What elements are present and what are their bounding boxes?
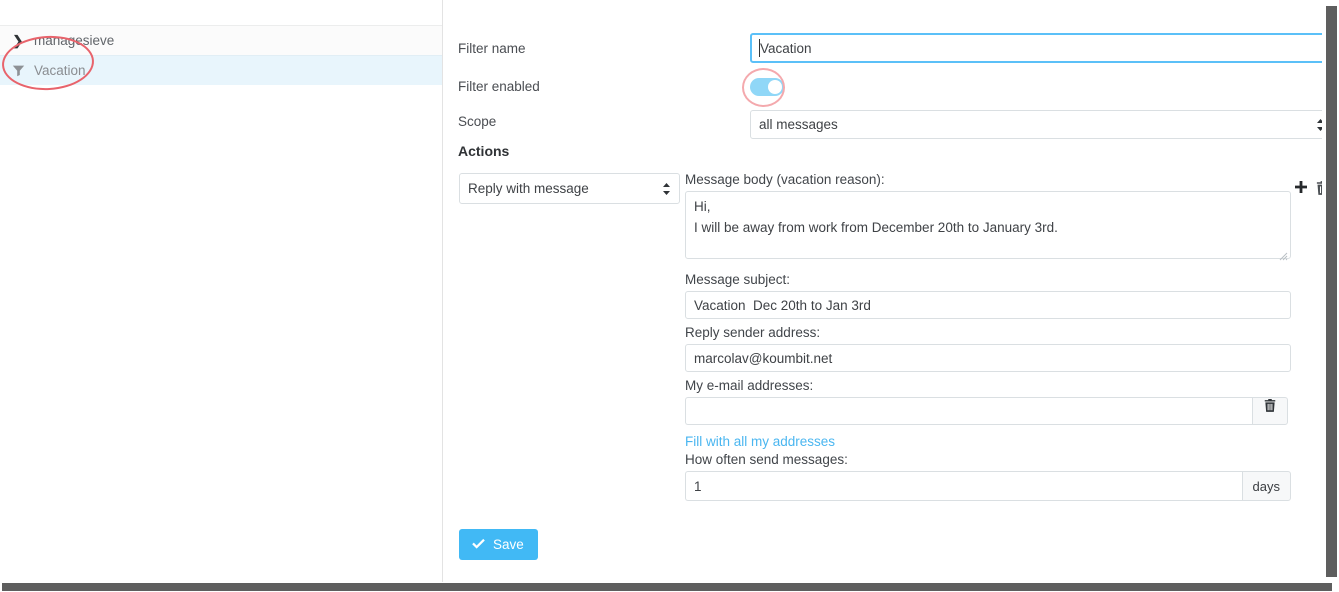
action-type-select[interactable]: Reply with message: [459, 173, 680, 204]
text-caret: [759, 39, 760, 57]
how-often-field: How often send messages: days: [685, 452, 1291, 501]
filter-enabled-toggle[interactable]: [750, 78, 784, 96]
my-email-addresses-input[interactable]: [685, 397, 1252, 425]
fill-addresses-link-wrap: Fill with all my addresses: [685, 433, 835, 451]
sidebar-item-vacation[interactable]: Vacation: [0, 55, 442, 85]
actions-heading-wrap: Actions: [458, 143, 509, 159]
how-often-input[interactable]: [685, 471, 1242, 501]
reply-sender-address-field: Reply sender address:: [685, 325, 1291, 372]
message-subject-input[interactable]: [685, 291, 1291, 319]
my-email-addresses-label: My e-mail addresses:: [685, 378, 814, 393]
sidebar-item-managesieve[interactable]: ❯ managesieve: [0, 25, 442, 55]
fill-with-all-my-addresses-link[interactable]: Fill with all my addresses: [685, 434, 835, 449]
vertical-scrollbar[interactable]: [1322, 0, 1339, 583]
funnel-filter-icon: [8, 64, 28, 77]
reply-sender-address-label: Reply sender address:: [685, 325, 821, 340]
filter-name-label-wrap: Filter name: [458, 41, 526, 56]
horizontal-scrollbar[interactable]: [0, 582, 1339, 592]
trash-icon: [1264, 399, 1276, 412]
actions-heading: Actions: [458, 143, 510, 159]
filter-name-input[interactable]: [750, 33, 1334, 63]
message-subject-field: Message subject:: [685, 272, 1291, 319]
horizontal-scrollbar-thumb[interactable]: [2, 583, 1332, 591]
check-icon: [471, 538, 486, 551]
filter-enabled-label-wrap: Filter enabled: [458, 79, 540, 94]
filter-enabled-toggle-wrap: [750, 78, 784, 96]
add-action-button[interactable]: [1293, 180, 1309, 196]
scope-label: Scope: [458, 114, 497, 129]
vertical-scrollbar-thumb[interactable]: [1326, 6, 1337, 577]
save-button[interactable]: Save: [459, 529, 538, 560]
save-button-label: Save: [493, 537, 524, 552]
message-body-textarea[interactable]: Hi, I will be away from work from Decemb…: [685, 191, 1291, 259]
scope-label-wrap: Scope: [458, 114, 496, 129]
how-often-label: How often send messages:: [685, 452, 848, 467]
delete-email-address-button[interactable]: [1252, 397, 1288, 425]
how-often-days-suffix: days: [1241, 471, 1291, 501]
managesieve-filter-settings-page: ❯ managesieve Vacation Filter name Vacat…: [0, 0, 1339, 592]
sidebar-item-label: managesieve: [34, 33, 115, 48]
message-body-field: Message body (vacation reason): Hi, I wi…: [685, 172, 1291, 264]
scope-select[interactable]: all messages: [750, 110, 1334, 139]
filter-list-sidebar: ❯ managesieve Vacation: [0, 0, 443, 583]
toggle-knob: [768, 80, 782, 94]
filter-enabled-label: Filter enabled: [458, 79, 540, 94]
scope-select-wrap: all messages: [750, 110, 1334, 139]
my-email-addresses-field: My e-mail addresses:: [685, 378, 1291, 425]
filter-form-panel: Filter name Filter enabled Scope all mes…: [444, 0, 1334, 583]
filter-name-field-wrap: [750, 33, 1334, 63]
sidebar-item-label: Vacation: [34, 63, 86, 78]
filter-name-label: Filter name: [458, 41, 526, 56]
reply-sender-address-input[interactable]: [685, 344, 1291, 372]
message-body-label: Message body (vacation reason):: [685, 172, 885, 187]
action-type-select-wrap: Reply with message: [459, 173, 680, 204]
chevron-right-icon: ❯: [12, 32, 24, 48]
message-subject-label: Message subject:: [685, 272, 791, 287]
plus-icon: [1295, 181, 1307, 193]
